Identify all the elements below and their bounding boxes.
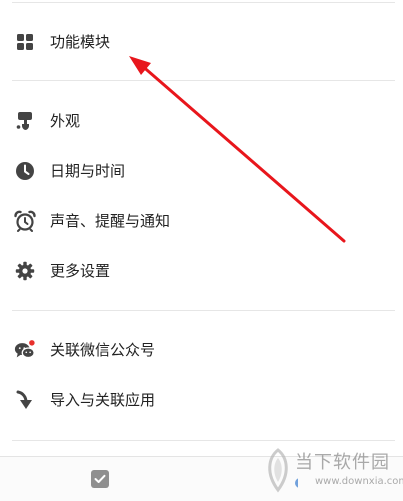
menu-label-more-settings: 更多设置 [50, 262, 111, 280]
import-arrow-icon [14, 389, 36, 411]
checkbox-icon[interactable] [91, 470, 109, 488]
menu-item-import-apps[interactable]: 导入与关联应用 [0, 378, 403, 422]
paint-brush-icon [14, 110, 36, 132]
menu-label-import-apps: 导入与关联应用 [50, 391, 156, 409]
divider-1 [12, 80, 395, 81]
menu-item-more-settings[interactable]: 更多设置 [0, 249, 403, 293]
divider-2 [12, 310, 395, 311]
menu-item-appearance[interactable]: 外观 [0, 99, 403, 143]
leaf-logo-icon [268, 448, 298, 493]
wechat-icon [14, 339, 36, 361]
menu-item-sound-reminders[interactable]: 声音、提醒与通知 [0, 199, 403, 243]
watermark-title: 当下软件园 [295, 452, 390, 473]
menu-label-appearance: 外观 [50, 112, 81, 130]
watermark-url: www.downxia.com [315, 476, 403, 487]
grid-icon [14, 31, 36, 53]
watermark: 当下软件园 www.downxia.com [258, 444, 403, 500]
clock-icon [14, 160, 36, 182]
menu-label-sound-reminders: 声音、提醒与通知 [50, 212, 171, 230]
menu-label-wechat-account: 关联微信公众号 [50, 341, 156, 359]
menu-item-date-time[interactable]: 日期与时间 [0, 149, 403, 193]
gear-icon [14, 260, 36, 282]
menu-item-wechat-account[interactable]: 关联微信公众号 [0, 328, 403, 372]
divider-3 [12, 440, 395, 441]
menu-label-modules: 功能模块 [50, 33, 111, 51]
divider-top [12, 2, 395, 3]
menu-item-modules[interactable]: 功能模块 [0, 20, 403, 64]
alarm-clock-icon [14, 210, 36, 232]
menu-label-date-time: 日期与时间 [50, 162, 126, 180]
